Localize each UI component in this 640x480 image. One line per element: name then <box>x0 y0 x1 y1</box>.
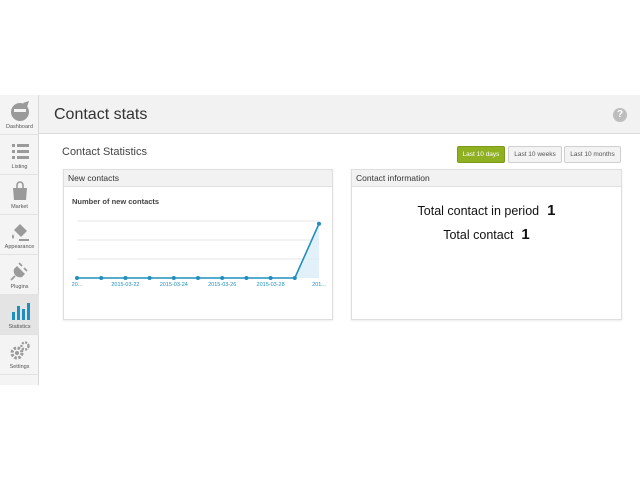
data-point-4 <box>171 276 176 280</box>
data-point-1 <box>99 276 104 280</box>
data-point-5 <box>196 276 200 280</box>
sidebar-item-label: Plugins <box>10 284 29 290</box>
data-point-9 <box>292 276 297 280</box>
contact-info-panel: Contact information Total contact in per… <box>351 169 622 320</box>
page-header: Contact stats ? <box>39 95 640 134</box>
data-point-3 <box>147 276 152 280</box>
paint-bucket-icon <box>11 224 29 241</box>
dashboard-icon <box>10 101 29 121</box>
sidebar-item-label: Settings <box>9 364 30 370</box>
help-icon[interactable]: ? <box>613 108 627 122</box>
info-value: 1 <box>547 202 556 219</box>
data-point-8 <box>268 276 273 280</box>
bar-chart-icon <box>11 303 30 320</box>
app-window: Dashboard Listing Market Appearance Plug… <box>0 95 640 385</box>
data-point-7 <box>244 276 249 280</box>
sidebar-item-statistics[interactable]: Statistics <box>0 295 39 335</box>
sidebar-item-appearance[interactable]: Appearance <box>0 215 39 255</box>
info-value: 1 <box>521 226 530 243</box>
page-title: Contact stats <box>54 106 148 123</box>
sidebar-item-plugins[interactable]: Plugins <box>0 255 39 295</box>
sidebar-item-label: Market <box>11 204 28 210</box>
range-last-10-days-button[interactable]: Last 10 days <box>457 146 505 163</box>
x-tick-label-1: 2015-03-22 <box>111 282 139 288</box>
info-label: Total contact <box>443 228 514 242</box>
sidebar-item-label: Statistics <box>8 324 31 330</box>
range-last-10-months-button[interactable]: Last 10 months <box>564 146 621 163</box>
sidebar-item-market[interactable]: Market <box>0 175 39 215</box>
sidebar: Dashboard Listing Market Appearance Plug… <box>0 95 39 385</box>
x-tick-label-5: 201... <box>312 282 326 288</box>
sidebar-item-settings[interactable]: Settings <box>0 335 39 375</box>
info-row-total-in-period: Total contact in period 1 <box>352 202 621 220</box>
data-point-2 <box>123 276 128 280</box>
series-area <box>77 223 319 278</box>
sidebar-item-label: Appearance <box>4 244 35 250</box>
sidebar-item-dashboard[interactable]: Dashboard <box>0 95 39 135</box>
info-row-total: Total contact 1 <box>352 226 621 244</box>
sidebar-item-label: Dashboard <box>6 124 33 130</box>
x-tick-label-3: 2015-03-26 <box>208 282 236 288</box>
x-tick-label-2: 2015-03-24 <box>160 282 188 288</box>
section-title: Contact Statistics <box>62 146 147 158</box>
x-tick-label-4: 2015-03-28 <box>257 282 285 288</box>
new-contacts-chart: 20... 2015-03-22 2015-03-24 2015-03-26 2015-… <box>72 220 326 288</box>
sidebar-item-listing[interactable]: Listing <box>0 135 39 175</box>
list-icon <box>11 144 29 159</box>
data-point-10 <box>317 221 321 226</box>
shopping-bag-icon <box>12 181 27 200</box>
range-last-10-weeks-button[interactable]: Last 10 weeks <box>508 146 562 163</box>
new-contacts-panel: New contacts Number of new contacts 20..… <box>63 169 333 320</box>
plug-icon <box>9 262 28 281</box>
panel-title: Contact information <box>352 170 621 187</box>
series-line <box>77 223 320 279</box>
sidebar-item-label: Listing <box>11 164 28 170</box>
data-point-6 <box>220 276 225 280</box>
gears-icon <box>10 341 30 360</box>
x-tick-label-0: 20... <box>72 282 83 288</box>
data-point-0 <box>75 276 79 280</box>
info-label: Total contact in period <box>417 204 540 218</box>
